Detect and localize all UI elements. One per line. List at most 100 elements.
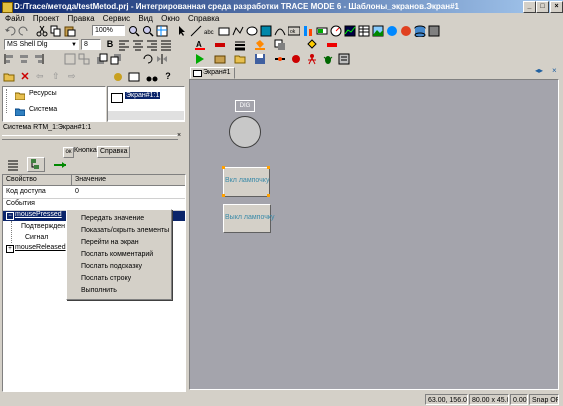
grid-icon[interactable] bbox=[156, 25, 168, 37]
hyperlink-tool-icon[interactable] bbox=[386, 25, 398, 37]
maximize-button[interactable]: □ bbox=[536, 1, 549, 13]
menu-window[interactable]: Окно bbox=[161, 14, 180, 23]
fill-tool-icon[interactable] bbox=[260, 25, 272, 37]
help-icon[interactable]: ? bbox=[162, 71, 174, 83]
sub-item-confirmed[interactable]: Подтвержден bbox=[21, 223, 65, 230]
alarm-tool-icon[interactable] bbox=[400, 25, 412, 37]
sub-item-signal[interactable]: Сигнал bbox=[25, 234, 48, 241]
polyline-tool-icon[interactable] bbox=[232, 25, 244, 37]
undo-icon[interactable] bbox=[4, 25, 16, 37]
editor-close-icon[interactable]: × bbox=[552, 66, 557, 75]
font-color-icon[interactable]: A bbox=[194, 39, 206, 51]
panel-gripper[interactable] bbox=[2, 135, 178, 140]
pointer-icon[interactable] bbox=[176, 25, 188, 37]
image-tool-icon[interactable] bbox=[372, 25, 384, 37]
settings-tool-icon[interactable] bbox=[428, 25, 440, 37]
shadow-icon[interactable] bbox=[274, 39, 286, 51]
align-objects-right-icon[interactable] bbox=[32, 53, 44, 65]
paste-icon[interactable] bbox=[64, 25, 76, 37]
rectangle-tool-icon[interactable] bbox=[218, 25, 230, 37]
properties-icon[interactable] bbox=[338, 53, 350, 65]
arrow-left-right-icon[interactable]: ◂▸ bbox=[535, 66, 543, 75]
justify-icon[interactable] bbox=[160, 39, 172, 51]
panel-close-icon[interactable]: × bbox=[177, 132, 181, 139]
bring-front-icon[interactable] bbox=[96, 53, 108, 65]
selection-handle[interactable] bbox=[267, 194, 270, 197]
bug-icon[interactable] bbox=[322, 53, 334, 65]
compile-icon[interactable] bbox=[214, 53, 226, 65]
align-center-icon[interactable] bbox=[132, 39, 144, 51]
run-icon[interactable] bbox=[194, 53, 206, 65]
tree-view-icon[interactable] bbox=[27, 157, 45, 172]
curve-tool-icon[interactable] bbox=[274, 25, 286, 37]
font-name-select[interactable]: MS Shell Dlg ▼ bbox=[4, 39, 79, 50]
delete-icon[interactable]: ✕ bbox=[19, 71, 31, 83]
nav-forward-icon[interactable]: ⇨ bbox=[68, 71, 80, 83]
text-tool-icon[interactable]: abc bbox=[204, 25, 216, 37]
fill-color-icon[interactable] bbox=[254, 39, 266, 51]
menu-project[interactable]: Проект bbox=[33, 14, 59, 23]
editor-tab[interactable]: Экран#1 bbox=[190, 67, 235, 79]
minimize-button[interactable]: _ bbox=[523, 1, 536, 13]
open-folder-icon[interactable] bbox=[234, 53, 246, 65]
debug-icon[interactable] bbox=[290, 53, 302, 65]
cut-icon[interactable] bbox=[36, 25, 48, 37]
send-back-icon[interactable] bbox=[110, 53, 122, 65]
menu-item-execute[interactable]: Выполнить bbox=[67, 284, 171, 297]
ok-button-tool-icon[interactable]: ok bbox=[287, 25, 301, 37]
button-turn-off[interactable]: Выкл лампочку bbox=[223, 204, 274, 233]
selection-handle[interactable] bbox=[222, 166, 225, 169]
new-folder-icon[interactable] bbox=[3, 71, 15, 83]
bold-icon[interactable]: B bbox=[104, 39, 116, 51]
horizontal-scrollbar[interactable] bbox=[108, 111, 184, 120]
links-view-icon[interactable] bbox=[53, 159, 67, 173]
line-width-icon[interactable] bbox=[234, 39, 246, 51]
flip-icon[interactable] bbox=[156, 53, 168, 65]
dig-label[interactable]: DIG bbox=[235, 100, 255, 112]
screen-icon[interactable] bbox=[128, 71, 140, 83]
nav-back-icon[interactable]: ⇦ bbox=[36, 71, 48, 83]
paint-bucket-icon[interactable] bbox=[306, 39, 318, 51]
copy-icon[interactable] bbox=[50, 25, 62, 37]
selection-handle[interactable] bbox=[222, 194, 225, 197]
border-color-icon[interactable] bbox=[326, 39, 338, 51]
align-objects-left-icon[interactable] bbox=[4, 53, 16, 65]
menu-service[interactable]: Сервис bbox=[103, 14, 130, 23]
expand-minus-icon[interactable]: − bbox=[6, 212, 14, 220]
font-size-select[interactable]: 8 bbox=[81, 39, 101, 50]
zoom-select[interactable]: 100% bbox=[92, 25, 125, 36]
database-tool-icon[interactable] bbox=[414, 25, 426, 38]
table-tool-icon[interactable] bbox=[358, 25, 370, 37]
menu-help[interactable]: Справка bbox=[188, 14, 219, 23]
tab-button[interactable]: Кнопка bbox=[74, 147, 97, 154]
lamp-indicator[interactable] bbox=[229, 116, 261, 148]
editor-canvas[interactable]: DIG Вкл лампочку Выкл лампочку bbox=[189, 79, 559, 390]
property-row-access[interactable]: Код доступа 0 bbox=[3, 187, 185, 199]
list-view-icon[interactable] bbox=[7, 159, 19, 173]
zoom-in-icon[interactable] bbox=[128, 25, 140, 37]
binoculars-icon[interactable] bbox=[146, 71, 158, 83]
screen-item[interactable]: Экран#1:1 bbox=[125, 92, 161, 99]
button-turn-on[interactable]: Вкл лампочку bbox=[222, 166, 270, 197]
tab-help[interactable]: Справка bbox=[97, 146, 131, 158]
ungroup-icon[interactable] bbox=[78, 53, 90, 65]
close-button[interactable]: × bbox=[550, 1, 563, 13]
tree-item-system[interactable]: Система bbox=[29, 106, 57, 113]
zoom-out-icon[interactable] bbox=[142, 25, 154, 37]
align-right-icon[interactable] bbox=[146, 39, 158, 51]
save-icon[interactable] bbox=[254, 53, 266, 65]
line-tool-icon[interactable] bbox=[190, 25, 202, 37]
menu-file[interactable]: Файл bbox=[5, 14, 25, 23]
align-left-icon[interactable] bbox=[118, 39, 130, 51]
group-icon[interactable] bbox=[64, 53, 76, 65]
menu-edit[interactable]: Правка bbox=[68, 14, 95, 23]
selection-handle[interactable] bbox=[267, 166, 270, 169]
trend-tool-icon[interactable] bbox=[344, 25, 356, 37]
gauge-tool-icon[interactable] bbox=[330, 25, 342, 37]
expand-plus-icon[interactable]: + bbox=[6, 245, 14, 253]
indicator-tool-icon[interactable] bbox=[316, 25, 328, 37]
resource-icon[interactable] bbox=[112, 71, 124, 83]
bar-tool-icon[interactable] bbox=[302, 25, 314, 37]
rotate-icon[interactable] bbox=[142, 53, 154, 65]
align-objects-center-icon[interactable] bbox=[18, 53, 30, 65]
